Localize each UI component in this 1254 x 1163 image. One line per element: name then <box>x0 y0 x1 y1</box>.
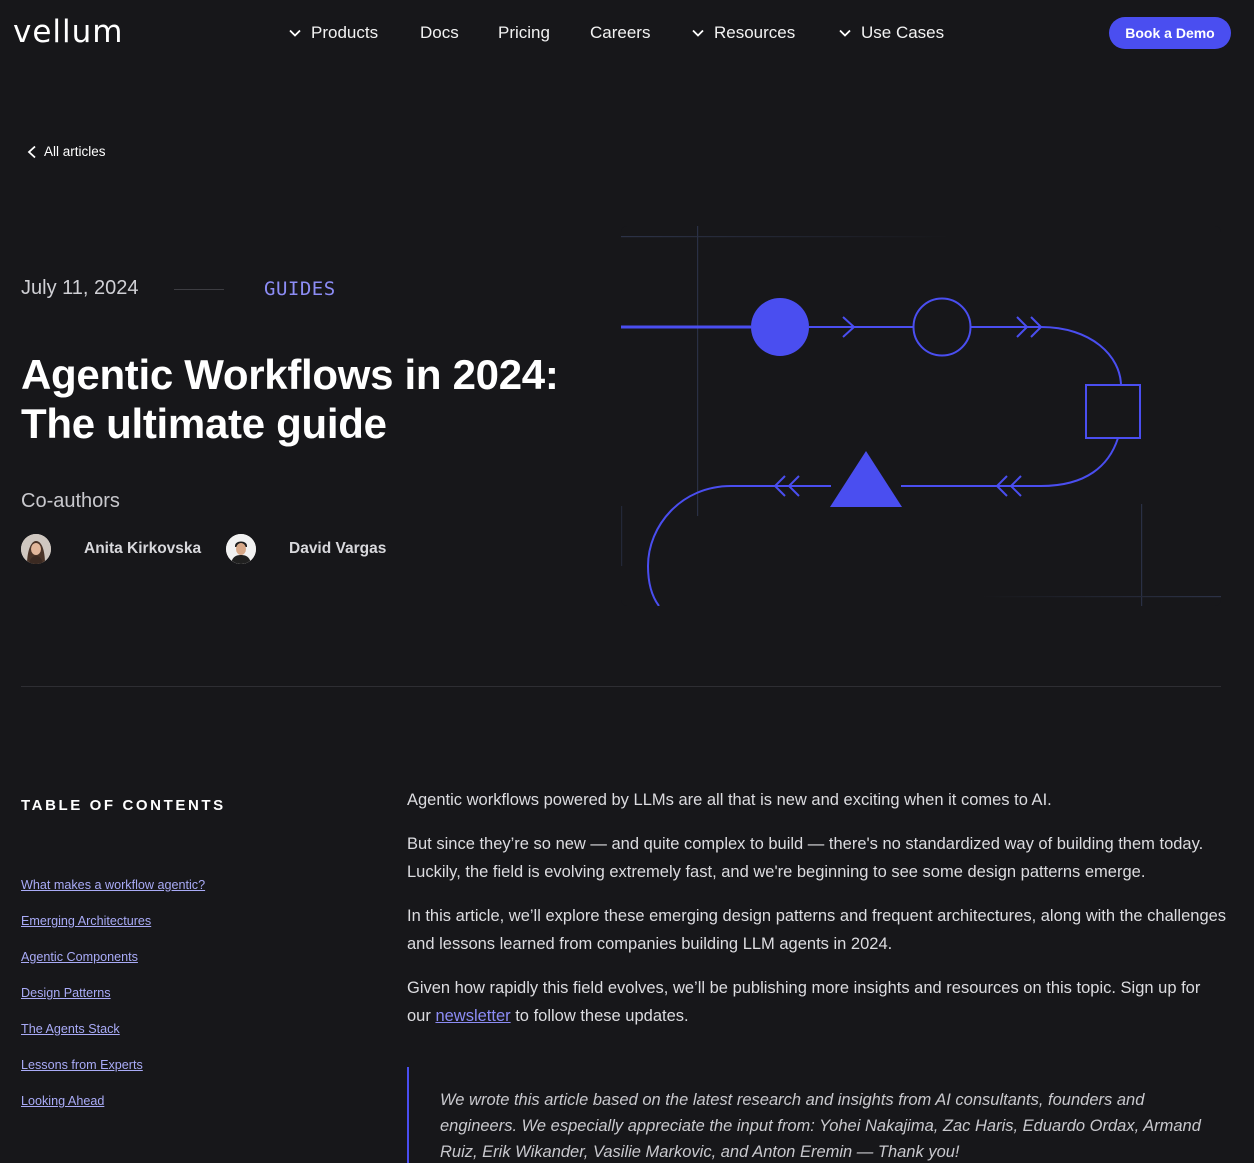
nav-use-cases-label: Use Cases <box>861 23 945 42</box>
article-paragraph: Given how rapidly this field evolves, we… <box>407 974 1227 1030</box>
chevron-down-icon <box>289 29 301 37</box>
nav-products-label: Products <box>311 23 379 42</box>
top-navigation: vellum Products Docs Pricing Careers Res… <box>0 0 1254 66</box>
avatar <box>226 534 256 564</box>
newsletter-link[interactable]: newsletter <box>435 1007 510 1025</box>
article-paragraph: Agentic workflows powered by LLMs are al… <box>407 791 1052 809</box>
nav-pricing-label: Pricing <box>498 23 550 42</box>
hero-illustration <box>621 226 1221 607</box>
workflow-diagram-icon <box>621 226 1221 607</box>
book-demo-button[interactable]: Book a Demo <box>1109 17 1231 49</box>
toc-link[interactable]: Emerging Architectures <box>21 914 151 928</box>
list-item: Agentic Components <box>21 948 205 984</box>
toc-title: TABLE OF CONTENTS <box>21 797 226 814</box>
author-name: David Vargas <box>289 540 387 557</box>
quote-text: We wrote this article based on the lates… <box>440 1091 1201 1161</box>
chevron-down-icon <box>839 29 851 37</box>
chevron-left-icon <box>27 145 36 158</box>
nav-products[interactable]: Products <box>288 23 378 43</box>
vellum-logo[interactable]: vellum <box>13 14 124 50</box>
category-tag[interactable]: GUIDES <box>264 278 336 300</box>
acknowledgement-quote: We wrote this article based on the lates… <box>407 1067 1207 1163</box>
list-item: Design Patterns <box>21 984 205 1020</box>
list-item: Lessons from Experts <box>21 1056 205 1092</box>
nav-careers-label: Careers <box>590 23 651 42</box>
article-paragraph: But since they’re so new — and quite com… <box>407 835 1204 881</box>
publish-date: July 11, 2024 <box>21 277 139 299</box>
section-divider <box>21 686 1221 687</box>
toc-link[interactable]: Lessons from Experts <box>21 1058 143 1072</box>
nav-pricing[interactable]: Pricing <box>498 23 550 43</box>
nav-resources[interactable]: Resources <box>691 23 795 43</box>
paragraph-text: to follow these updates. <box>510 1007 689 1025</box>
article-paragraph: In this article, we’ll explore these eme… <box>407 907 1227 953</box>
avatar <box>21 534 51 564</box>
page-title: Agentic Workflows in 2024: The ultimate … <box>21 351 559 447</box>
table-of-contents: What makes a workflow agentic? Emerging … <box>21 876 205 1128</box>
toc-link[interactable]: The Agents Stack <box>21 1022 120 1036</box>
toc-link[interactable]: What makes a workflow agentic? <box>21 878 205 892</box>
chevron-down-icon <box>692 29 704 37</box>
nav-use-cases[interactable]: Use Cases <box>838 23 944 43</box>
nav-resources-label: Resources <box>714 23 796 42</box>
all-articles-label: All articles <box>44 144 106 159</box>
author-name: Anita Kirkovska <box>84 540 202 557</box>
list-item: Emerging Architectures <box>21 912 205 948</box>
nav-docs-label: Docs <box>420 23 459 42</box>
nav-careers[interactable]: Careers <box>590 23 650 43</box>
toc-link[interactable]: Design Patterns <box>21 986 111 1000</box>
author-anita[interactable]: Anita Kirkovska <box>21 534 201 564</box>
list-item: Looking Ahead <box>21 1092 205 1128</box>
article-body: Agentic workflows powered by LLMs are al… <box>407 786 1227 1046</box>
coauthors-label: Co-authors <box>21 490 120 512</box>
all-articles-link[interactable]: All articles <box>26 144 106 159</box>
list-item: What makes a workflow agentic? <box>21 876 205 912</box>
date-divider <box>174 289 224 290</box>
toc-link[interactable]: Agentic Components <box>21 950 138 964</box>
author-david[interactable]: David Vargas <box>226 534 386 564</box>
list-item: The Agents Stack <box>21 1020 205 1056</box>
toc-link[interactable]: Looking Ahead <box>21 1094 104 1108</box>
nav-docs[interactable]: Docs <box>420 23 459 43</box>
